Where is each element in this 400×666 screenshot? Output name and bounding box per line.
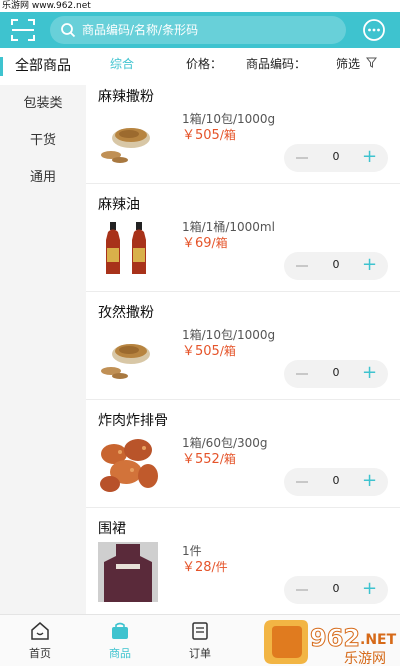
product-list: 麻辣撒粉 1箱/10包/1000g ￥505/箱 0 + 麻辣油 1箱/1桶/1… [86, 76, 400, 616]
price-unit: /箱 [211, 236, 228, 250]
sidebar-item-packaging[interactable]: 包装类 [0, 85, 86, 122]
quantity-stepper: 0 + [284, 360, 388, 388]
tab-orders-label: 订单 [189, 647, 211, 660]
price-value: ￥505 [182, 344, 220, 359]
filter-button[interactable]: 筛选 [336, 55, 360, 72]
filter-bar: 综合 价格： 商品编码： 筛选 [86, 48, 400, 76]
watermark-top: 乐游网 www.962.net [0, 0, 400, 12]
spice-powder-image [98, 110, 158, 170]
tab-orders[interactable]: 订单 [160, 615, 240, 666]
increase-button[interactable]: + [362, 363, 377, 383]
home-icon [31, 622, 49, 640]
svg-text:乐游网: 乐游网 [344, 651, 386, 666]
product-price: ￥552/箱 [182, 448, 236, 467]
sort-comprehensive[interactable]: 综合 [110, 55, 134, 72]
price-unit: /箱 [219, 128, 236, 142]
product-item[interactable]: 围裙 1件 ￥28/件 0 + [86, 508, 400, 616]
product-item[interactable]: 炸肉炸排骨 1箱/60包/300g ￥552/箱 0 + [86, 400, 400, 508]
product-price: ￥28/件 [182, 556, 228, 575]
product-price: ￥69/箱 [182, 232, 228, 251]
tab-home-label: 首页 [29, 647, 51, 660]
fried-pork-image [98, 434, 158, 494]
product-name: 炸肉炸排骨 [98, 413, 168, 429]
quantity-stepper: 0 + [284, 576, 388, 604]
increase-button[interactable]: + [362, 579, 377, 599]
scan-icon[interactable] [10, 18, 36, 42]
product-price: ￥505/箱 [182, 124, 236, 143]
tab-home[interactable]: 首页 [0, 615, 80, 666]
header [0, 12, 400, 48]
quantity-stepper: 0 + [284, 468, 388, 496]
funnel-icon[interactable] [366, 57, 377, 68]
price-value: ￥28 [182, 560, 212, 575]
category-sidebar: 全部商品 包装类 干货 通用 [0, 48, 86, 614]
increase-button[interactable]: + [362, 147, 377, 167]
quantity-stepper: 0 + [284, 144, 388, 172]
sort-code[interactable]: 商品编码： [246, 55, 306, 72]
svg-text:.NET: .NET [360, 632, 397, 648]
order-icon [192, 622, 208, 640]
watermark-962-logo: 962 .NET 乐游网 [264, 620, 397, 666]
svg-text:962: 962 [310, 624, 360, 652]
product-item[interactable]: 麻辣油 1箱/1桶/1000ml ￥69/箱 0 + [86, 184, 400, 292]
message-icon[interactable] [362, 18, 386, 42]
price-value: ￥552 [182, 452, 220, 467]
price-unit: /箱 [219, 452, 236, 466]
tab-goods-label: 商品 [109, 647, 131, 660]
spice-powder-image [98, 326, 158, 386]
price-unit: /件 [211, 560, 228, 574]
product-name: 麻辣撒粉 [98, 89, 154, 105]
search-input[interactable] [82, 20, 332, 40]
sidebar-item-all[interactable]: 全部商品 [0, 48, 86, 85]
search-box[interactable] [50, 16, 346, 44]
sort-price[interactable]: 价格： [186, 55, 222, 72]
sidebar-item-dry-goods[interactable]: 干货 [0, 122, 86, 159]
quantity-stepper: 0 + [284, 252, 388, 280]
sidebar-item-general[interactable]: 通用 [0, 159, 86, 196]
product-name: 麻辣油 [98, 197, 140, 213]
price-value: ￥69 [182, 236, 212, 251]
chili-oil-image [98, 218, 158, 278]
tab-goods[interactable]: 商品 [80, 615, 160, 666]
product-name: 孜然撒粉 [98, 305, 154, 321]
price-value: ￥505 [182, 128, 220, 143]
increase-button[interactable]: + [362, 255, 377, 275]
product-name: 围裙 [98, 521, 126, 537]
product-item[interactable]: 孜然撒粉 1箱/10包/1000g ￥505/箱 0 + [86, 292, 400, 400]
goods-icon [112, 622, 128, 639]
price-unit: /箱 [219, 344, 236, 358]
increase-button[interactable]: + [362, 471, 377, 491]
product-price: ￥505/箱 [182, 340, 236, 359]
product-item[interactable]: 麻辣撒粉 1箱/10包/1000g ￥505/箱 0 + [86, 76, 400, 184]
apron-image [98, 542, 158, 602]
search-icon [61, 23, 76, 38]
